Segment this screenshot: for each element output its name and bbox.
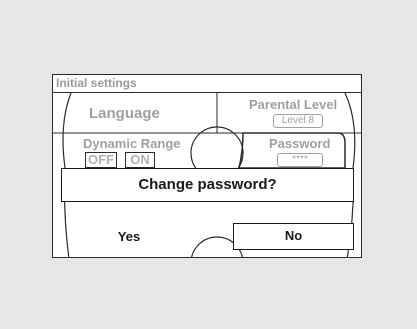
dynamic-range-on-toggle[interactable]: ON: [125, 152, 155, 168]
dialog-button-bar: Yes No: [53, 220, 361, 257]
password-value: ****: [277, 153, 323, 167]
yes-button[interactable]: Yes: [69, 223, 189, 250]
no-button[interactable]: No: [233, 223, 354, 250]
password-menu-item[interactable]: Password: [269, 136, 330, 151]
dynamic-range-off-toggle[interactable]: OFF: [85, 152, 117, 168]
settings-screen: Initial settings Language Parental Level…: [52, 74, 362, 258]
language-menu-item[interactable]: Language: [89, 105, 160, 122]
screen-title: Initial settings: [53, 75, 361, 93]
change-password-dialog: Change password?: [61, 168, 354, 202]
dynamic-range-menu-item[interactable]: Dynamic Range: [83, 136, 181, 151]
parental-level-menu-item[interactable]: Parental Level: [249, 97, 337, 112]
parental-level-value: Level 8: [273, 114, 323, 128]
